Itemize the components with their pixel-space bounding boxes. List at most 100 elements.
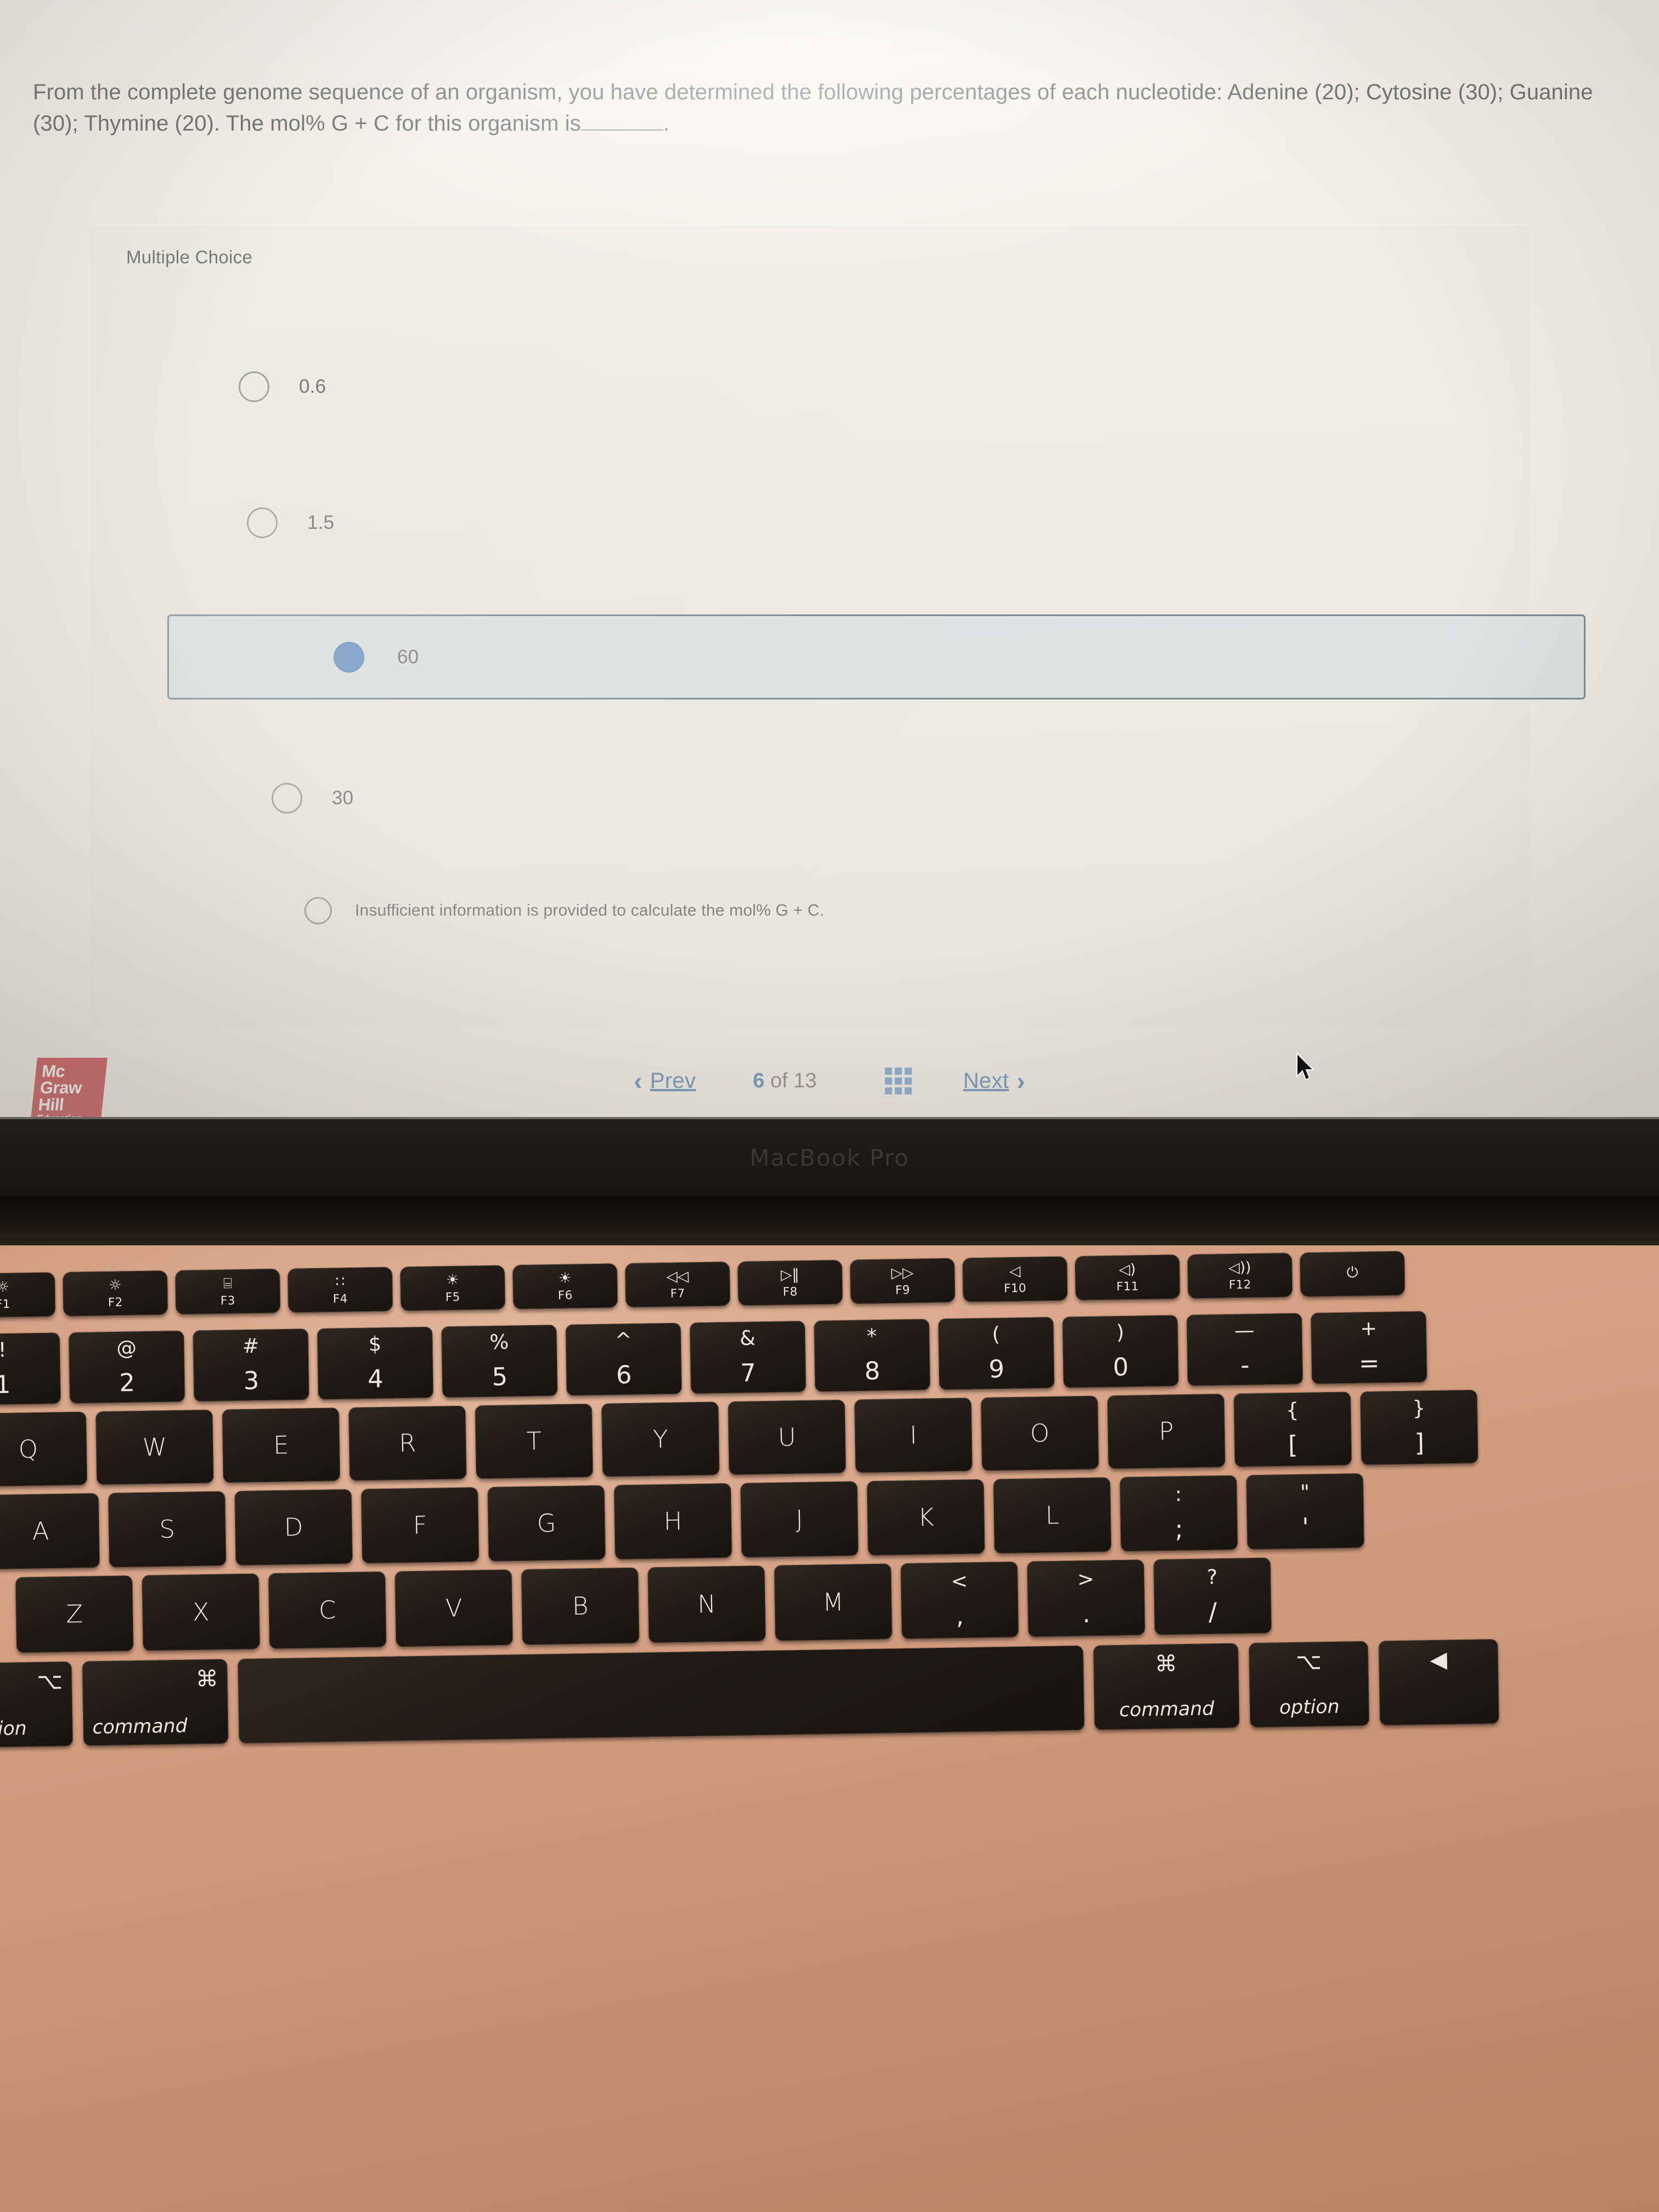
key-label: O xyxy=(1030,1419,1050,1448)
option-key-right[interactable]: ⌥ option xyxy=(1249,1641,1369,1728)
brightness-up-icon[interactable]: ☼ F2 xyxy=(63,1271,168,1316)
keyboard-deck: ☼ F1 ☼ F2 ⌸ F3 ∷ F4 ☀ F5 ☀ F6 ◁◁ F7 ▷‖ F8 ▷▷ F9 ◁ F10 ◁) F11 ◁… xyxy=(0,1213,1659,2212)
next-button[interactable]: Next › xyxy=(956,1066,1025,1096)
keyboard-brightness-up-icon[interactable]: ☀ F6 xyxy=(512,1263,618,1309)
key-8[interactable]: * 8 xyxy=(814,1319,930,1392)
key-bracket-right[interactable]: }] xyxy=(1360,1390,1478,1465)
key-z[interactable]: Z xyxy=(15,1576,133,1653)
key-j[interactable]: J xyxy=(741,1481,859,1558)
fast-forward-icon[interactable]: ▷▷ F9 xyxy=(850,1258,955,1304)
key-4[interactable]: $4 xyxy=(317,1327,433,1400)
key-c[interactable]: C xyxy=(268,1571,386,1649)
mute-icon[interactable]: ◁ F10 xyxy=(962,1256,1068,1302)
key-v[interactable]: V xyxy=(395,1570,513,1647)
space-key[interactable] xyxy=(238,1645,1085,1743)
radio-button-0[interactable] xyxy=(239,371,269,402)
key-shift-label: + xyxy=(1360,1317,1378,1341)
option-key-left[interactable]: ⌥ option xyxy=(0,1661,73,1748)
key-y[interactable]: Y xyxy=(601,1402,719,1477)
key-k[interactable]: K xyxy=(867,1479,985,1555)
key-q[interactable]: Q xyxy=(0,1412,87,1487)
key-shift-label: @ xyxy=(116,1336,137,1360)
answer-option-3[interactable]: 30 xyxy=(91,757,1531,839)
answer-option-4[interactable]: Insufficient information is provided to … xyxy=(91,870,1531,952)
prev-label: Prev xyxy=(650,1068,696,1093)
radio-button-4[interactable] xyxy=(304,897,332,924)
key-0[interactable]: ) 0 xyxy=(1062,1315,1179,1388)
keyboard-brightness-down-icon[interactable]: ☀ F5 xyxy=(400,1265,505,1311)
key-f[interactable]: F xyxy=(361,1487,479,1564)
key-2[interactable]: @2 xyxy=(69,1330,185,1403)
key-t[interactable]: T xyxy=(475,1404,593,1479)
key-label: K xyxy=(917,1503,934,1532)
fn-key-label: F11 xyxy=(1116,1279,1139,1293)
keyboard-brightness-up-icon: ☀ xyxy=(558,1269,572,1287)
key-s[interactable]: S xyxy=(108,1491,226,1567)
key-i[interactable]: I xyxy=(854,1398,972,1473)
key-o[interactable]: O xyxy=(981,1396,1099,1471)
key-g[interactable]: G xyxy=(488,1485,606,1561)
key-label: Z xyxy=(65,1599,83,1629)
key-punct-z-2[interactable]: ? / xyxy=(1154,1558,1272,1635)
key-punct-z-0[interactable]: <, xyxy=(901,1561,1019,1639)
power-icon[interactable]: ⏻ xyxy=(1300,1251,1405,1297)
key-punct-0[interactable]: :; xyxy=(1120,1475,1238,1551)
mission-control-icon[interactable]: ⌸ F3 xyxy=(175,1268,280,1314)
key-u[interactable]: U xyxy=(728,1400,846,1475)
key-=[interactable]: + = xyxy=(1311,1311,1427,1384)
grid-cell xyxy=(884,1077,892,1085)
chevron-left-icon: ‹ xyxy=(634,1066,642,1095)
key-7[interactable]: & 7 xyxy=(690,1321,806,1393)
chevron-right-icon: › xyxy=(1017,1066,1025,1095)
key-1[interactable]: ! 1 xyxy=(0,1333,61,1406)
key-label: 6 xyxy=(616,1361,632,1390)
rewind-icon[interactable]: ◁◁ F7 xyxy=(625,1262,730,1307)
radio-button-1[interactable] xyxy=(247,507,278,538)
key-e[interactable]: E xyxy=(222,1408,340,1483)
answer-option-0[interactable]: 0.6 xyxy=(91,346,1531,428)
key-m[interactable]: M xyxy=(774,1564,892,1641)
grid-cell xyxy=(904,1077,912,1085)
key-5[interactable]: % 5 xyxy=(441,1325,557,1397)
key-9[interactable]: (9 xyxy=(938,1317,1054,1390)
brightness-down-icon[interactable]: ☼ F1 xyxy=(0,1272,55,1318)
answer-option-2[interactable]: 60 xyxy=(167,614,1585,699)
arrow-left-key[interactable]: ◀ xyxy=(1379,1639,1499,1725)
volume-up-icon[interactable]: ◁)) F12 xyxy=(1187,1252,1293,1299)
fn-key-label: F9 xyxy=(895,1283,911,1297)
radio-button-3[interactable] xyxy=(272,783,302,814)
key-n[interactable]: N xyxy=(648,1566,766,1643)
key-r[interactable]: R xyxy=(348,1406,467,1481)
key-x[interactable]: X xyxy=(142,1573,260,1651)
key-label: F xyxy=(413,1511,427,1540)
key-3[interactable]: #3 xyxy=(193,1329,309,1402)
launchpad-icon[interactable]: ∷ F4 xyxy=(287,1267,393,1313)
key-6[interactable]: ^ 6 xyxy=(566,1323,682,1396)
key-a[interactable]: A xyxy=(0,1493,100,1570)
key-p[interactable]: P xyxy=(1107,1393,1225,1469)
grid-icon[interactable] xyxy=(884,1067,912,1094)
question-stem: From the complete genome sequence of an … xyxy=(33,77,1624,139)
key-l[interactable]: L xyxy=(993,1477,1111,1554)
command-key-left[interactable]: ⌘ command xyxy=(82,1659,228,1746)
key-punct-1[interactable]: " ' xyxy=(1246,1473,1364,1549)
key-h[interactable]: H xyxy=(614,1483,732,1559)
key-bracket-left[interactable]: {[ xyxy=(1234,1392,1352,1467)
key-d[interactable]: D xyxy=(235,1489,353,1565)
play-pause-icon[interactable]: ▷‖ F8 xyxy=(737,1260,843,1306)
key--[interactable]: — - xyxy=(1187,1313,1303,1386)
key-b[interactable]: B xyxy=(521,1567,639,1645)
fn-key-label: F5 xyxy=(445,1290,461,1304)
launchpad-icon: ∷ xyxy=(335,1273,345,1290)
volume-down-icon[interactable]: ◁) F11 xyxy=(1075,1255,1180,1300)
key-punct-z-1[interactable]: >. xyxy=(1027,1560,1145,1637)
key-label: - xyxy=(1240,1351,1250,1380)
key-w[interactable]: W xyxy=(95,1409,214,1485)
mute-icon: ◁ xyxy=(1009,1262,1021,1280)
radio-button-2[interactable] xyxy=(334,641,364,673)
option-symbol-icon: ⌥ xyxy=(36,1668,63,1695)
answer-option-1[interactable]: 1.5 xyxy=(91,482,1531,564)
key-label: X xyxy=(192,1598,210,1627)
prev-button[interactable]: ‹ Prev xyxy=(634,1066,703,1096)
command-key-right[interactable]: ⌘ command xyxy=(1093,1643,1239,1730)
